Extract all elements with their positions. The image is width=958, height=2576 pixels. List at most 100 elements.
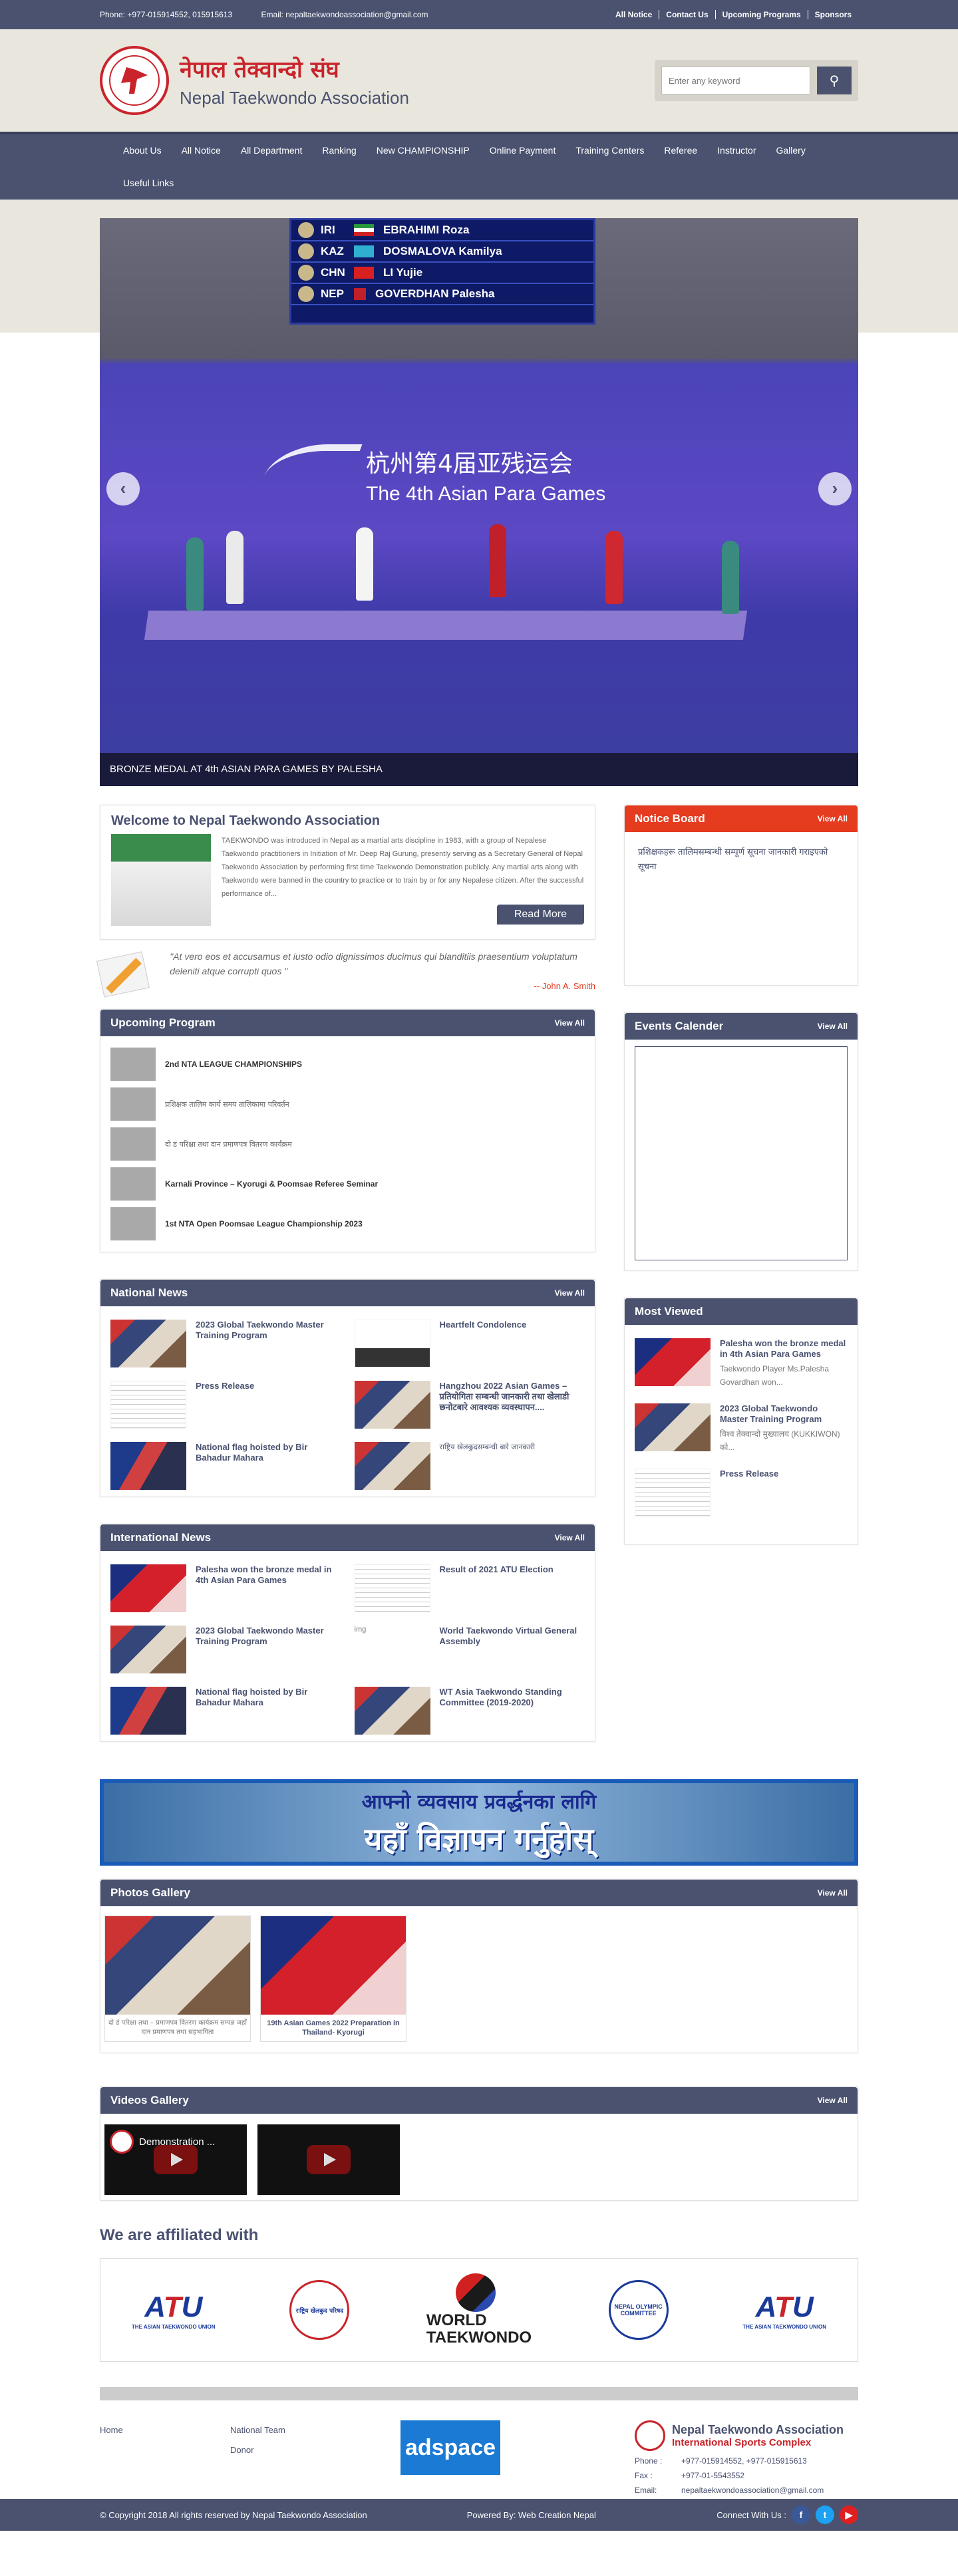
- athlete-name: LI Yujie: [383, 266, 423, 279]
- search-input[interactable]: [661, 67, 810, 94]
- news-thumbnail: [110, 1626, 186, 1673]
- logo-seal-icon[interactable]: [100, 46, 169, 115]
- nav-about-us[interactable]: About Us: [113, 134, 172, 167]
- news-item[interactable]: img World Taekwondo Virtual General Assem…: [354, 1626, 585, 1673]
- adspace-banner[interactable]: adspace: [400, 2420, 500, 2475]
- news-item[interactable]: National flag hoisted by Bir Bahadur Mah…: [110, 1687, 341, 1735]
- news-title: World Taekwondo Virtual General Assembly: [439, 1626, 577, 1646]
- panel-header: Events Calender View All: [625, 1013, 858, 1040]
- notice-item[interactable]: प्रशिक्षकहरू तालिमसम्बन्धी सम्पूर्ण सूचन…: [638, 847, 828, 872]
- news-item[interactable]: Press Release: [110, 1381, 341, 1429]
- view-all-link[interactable]: View All: [555, 1288, 585, 1298]
- scoreboard-row: CHN LI Yujie: [291, 263, 593, 284]
- nav-referee[interactable]: Referee: [654, 134, 707, 167]
- footer-email[interactable]: nepaltaekwondoassociation@gmail.com: [681, 2483, 824, 2498]
- advertisement-banner[interactable]: आफ्नो व्यवसाय प्रवर्द्धनका लागि यहाँ विज…: [100, 1779, 858, 1866]
- nav-all-department[interactable]: All Department: [231, 134, 313, 167]
- world-taekwondo-logo[interactable]: WORLD TAEKWONDO: [406, 2273, 552, 2347]
- most-viewed-title: Palesha won the bronze medal in 4th Asia…: [720, 1338, 846, 1359]
- play-icon[interactable]: [307, 2145, 351, 2174]
- atu-logo[interactable]: ATU THE ASIAN TAEKWONDO UNION: [724, 2273, 844, 2347]
- nav-all-notice[interactable]: All Notice: [172, 134, 231, 167]
- news-item[interactable]: WT Asia Taekwondo Standing Committee (20…: [354, 1687, 585, 1735]
- national-sports-council-logo[interactable]: राष्ट्रिय खेलकुद परिषद: [259, 2273, 379, 2347]
- news-item[interactable]: 2023 Global Taekwondo Master Training Pr…: [110, 1320, 341, 1367]
- panel-title: Videos Gallery: [110, 2094, 189, 2106]
- nepal-olympic-committee-logo[interactable]: NEPAL OLYMPIC COMMITTEE: [579, 2273, 699, 2347]
- atu-logo[interactable]: ATU THE ASIAN TAEKWONDO UNION: [114, 2273, 234, 2347]
- panel-header: Most Viewed: [625, 1298, 858, 1325]
- footer-link-donor[interactable]: Donor: [230, 2440, 361, 2460]
- top-link-sponsors[interactable]: Sponsors: [808, 10, 858, 19]
- site-title-english: Nepal Taekwondo Association: [180, 87, 409, 108]
- most-viewed-item[interactable]: 2023 Global Taekwondo Master Training Pr…: [635, 1403, 848, 1454]
- view-all-link[interactable]: View All: [555, 1018, 585, 1028]
- twitter-icon[interactable]: t: [816, 2505, 834, 2524]
- photo-item[interactable]: 19th Asian Games 2022 Preparation in Tha…: [260, 1916, 406, 2042]
- program-item[interactable]: 1st NTA Open Poomsae League Championship…: [110, 1204, 585, 1244]
- program-item[interactable]: प्रशिक्षक तालिम कार्य समय तालिकामा परिवर…: [110, 1084, 585, 1124]
- photos-gallery-panel: Photos Gallery View All दो डं परिक्षा तथ…: [100, 1879, 858, 2053]
- news-item[interactable]: 2023 Global Taekwondo Master Training Pr…: [110, 1626, 341, 1673]
- play-icon[interactable]: [154, 2145, 198, 2174]
- view-all-link[interactable]: View All: [818, 2096, 848, 2105]
- program-title: Karnali Province – Kyorugi & Poomsae Ref…: [165, 1179, 379, 1189]
- powered-by-link[interactable]: Powered By: Web Creation Nepal: [467, 2510, 596, 2520]
- news-item[interactable]: Heartfelt Condolence: [354, 1320, 585, 1367]
- view-all-link[interactable]: View All: [818, 814, 848, 823]
- most-viewed-item[interactable]: Press Release: [635, 1469, 848, 1516]
- nav-gallery[interactable]: Gallery: [766, 134, 816, 167]
- national-news-panel: National News View All 2023 Global Taekw…: [100, 1279, 595, 1497]
- most-viewed-item[interactable]: Palesha won the bronze medal in 4th Asia…: [635, 1338, 848, 1389]
- main-nav: About Us All Notice All Department Ranki…: [0, 132, 958, 200]
- affiliations-section: We are affiliated with ATU THE ASIAN TAE…: [100, 2226, 858, 2362]
- photo-item[interactable]: दो डं परिक्षा तथा – प्रमाणपत्र वितरण कार…: [104, 1916, 251, 2042]
- program-thumbnail: [110, 1087, 156, 1121]
- view-all-link[interactable]: View All: [555, 1533, 585, 1542]
- footer-link-national-team[interactable]: National Team: [230, 2420, 361, 2440]
- nav-ranking[interactable]: Ranking: [312, 134, 366, 167]
- top-link-all-notice[interactable]: All Notice: [609, 10, 660, 19]
- news-item[interactable]: Result of 2021 ATU Election: [354, 1564, 585, 1612]
- news-item[interactable]: National flag hoisted by Bir Bahadur Mah…: [110, 1442, 341, 1490]
- kicker-icon: [121, 67, 148, 94]
- video-item[interactable]: [257, 2124, 400, 2195]
- facebook-icon[interactable]: f: [792, 2505, 810, 2524]
- nav-instructor[interactable]: Instructor: [707, 134, 766, 167]
- nav-training-centers[interactable]: Training Centers: [565, 134, 654, 167]
- view-all-link[interactable]: View All: [818, 1022, 848, 1031]
- program-item[interactable]: Karnali Province – Kyorugi & Poomsae Ref…: [110, 1164, 585, 1204]
- read-more-button[interactable]: Read More: [496, 905, 584, 925]
- youtube-icon[interactable]: ▶: [840, 2505, 858, 2524]
- top-link-upcoming-programs[interactable]: Upcoming Programs: [716, 10, 808, 19]
- photo-thumbnail: [261, 1916, 406, 2015]
- news-title: Press Release: [196, 1381, 255, 1391]
- program-item[interactable]: दो डं परिक्षा तथा दान प्रमाणपत्र वितरण क…: [110, 1124, 585, 1164]
- athlete-figure: [226, 531, 243, 604]
- top-link-contact-us[interactable]: Contact Us: [659, 10, 716, 19]
- video-item[interactable]: Demonstration ...: [104, 2124, 247, 2195]
- news-item[interactable]: राष्ट्रिय खेलकुदसम्बन्धी बारे जानकारी: [354, 1442, 585, 1490]
- news-item[interactable]: Hangzhou 2022 Asian Games – प्रतियोगिता …: [354, 1381, 585, 1429]
- welcome-box: Welcome to Nepal Taekwondo Association T…: [100, 805, 595, 940]
- hero-slider[interactable]: IRI EBRAHIMI Roza KAZ DOSMALOVA Kamilya CH…: [100, 218, 858, 786]
- nav-online-payment[interactable]: Online Payment: [480, 134, 566, 167]
- program-title: प्रशिक्षक तालिम कार्य समय तालिकामा परिवर…: [165, 1099, 289, 1109]
- nav-new-championship[interactable]: New CHAMPIONSHIP: [367, 134, 480, 167]
- news-thumbnail: [354, 1442, 430, 1490]
- search-button[interactable]: ⚲: [817, 67, 852, 94]
- slider-prev-chevron-icon[interactable]: ‹: [106, 472, 140, 505]
- photo-caption: दो डं परिक्षा तथा – प्रमाणपत्र वितरण कार…: [108, 2019, 247, 2036]
- news-item[interactable]: Palesha won the bronze medal in 4th Asia…: [110, 1564, 341, 1612]
- program-title: दो डं परिक्षा तथा दान प्रमाणपत्र वितरण क…: [165, 1139, 292, 1149]
- slider-next-chevron-icon[interactable]: ›: [818, 472, 852, 505]
- search-box: ⚲: [655, 60, 858, 101]
- medal-icon: [298, 286, 314, 302]
- bottom-bar: © Copyright 2018 All rights reserved by …: [0, 2499, 958, 2531]
- footer-link-home[interactable]: Home: [100, 2425, 123, 2435]
- nav-useful-links[interactable]: Useful Links: [113, 167, 184, 200]
- photo-thumbnail: [105, 1916, 250, 2015]
- view-all-link[interactable]: View All: [818, 1888, 848, 1898]
- program-item[interactable]: 2nd NTA LEAGUE CHAMPIONSHIPS: [110, 1044, 585, 1084]
- calendar-widget[interactable]: [635, 1046, 848, 1260]
